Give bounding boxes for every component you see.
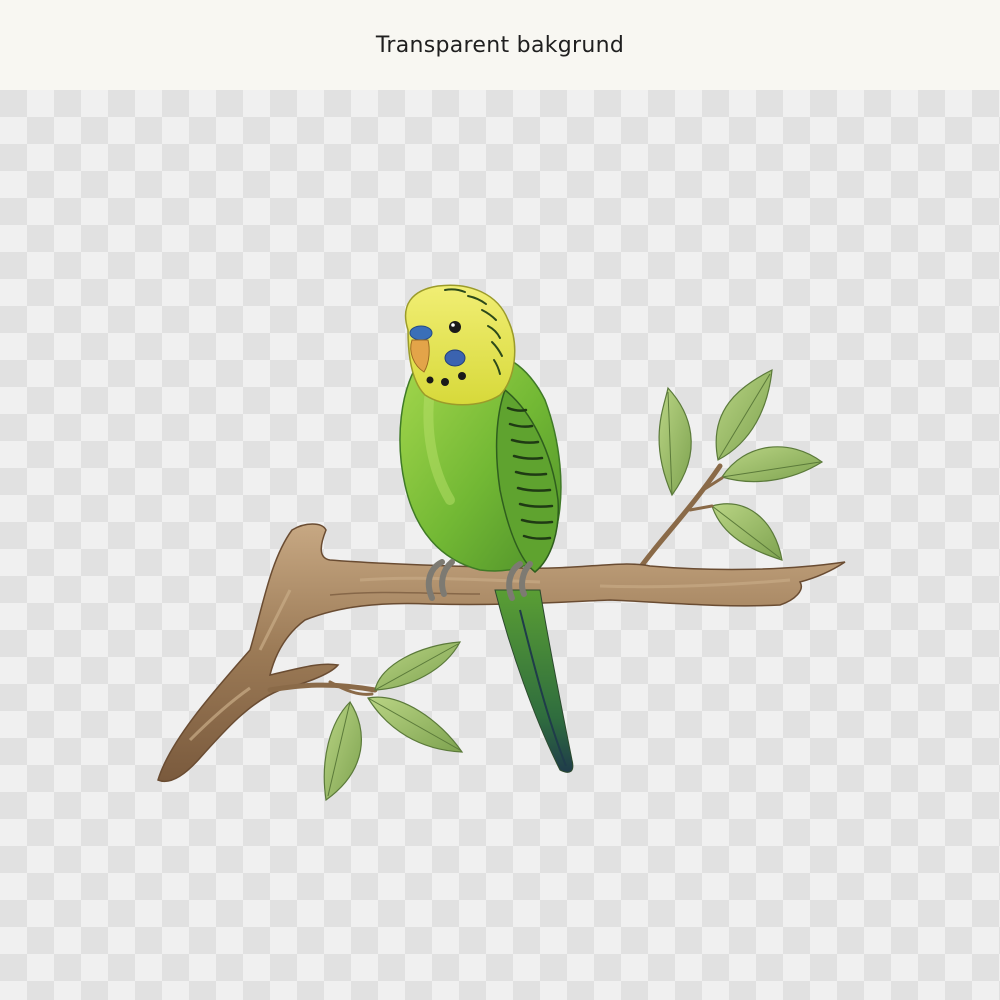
transparent-canvas xyxy=(0,90,1000,1000)
budgerigar-illustration xyxy=(157,284,846,802)
header-bar: Transparent bakgrund xyxy=(0,0,1000,90)
page-title: Transparent bakgrund xyxy=(375,32,625,58)
bird-head xyxy=(404,284,516,406)
bird-tail xyxy=(494,589,574,773)
upper-leaves xyxy=(637,368,824,571)
lower-leaves xyxy=(323,641,464,802)
